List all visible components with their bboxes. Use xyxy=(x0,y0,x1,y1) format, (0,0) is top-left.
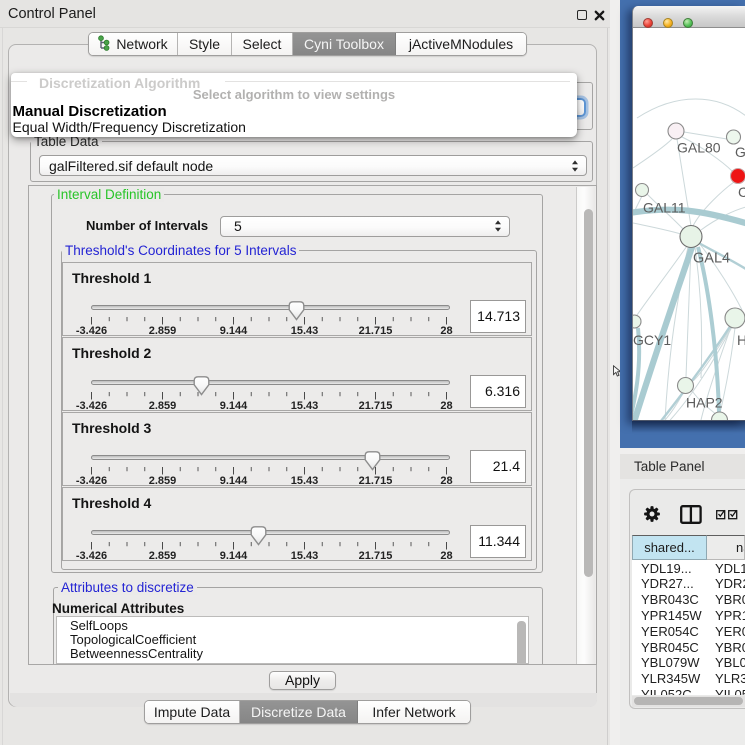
svg-text:GAL80: GAL80 xyxy=(677,140,721,156)
svg-text:CD: CD xyxy=(738,184,745,200)
svg-text:HAP2: HAP2 xyxy=(686,395,723,411)
svg-text:GA: GA xyxy=(735,144,745,160)
svg-text:GCY1: GCY1 xyxy=(633,332,671,348)
svg-text:GAL4: GAL4 xyxy=(693,251,730,267)
svg-text:GAL11: GAL11 xyxy=(643,200,686,216)
svg-text:HA: HA xyxy=(737,332,745,348)
